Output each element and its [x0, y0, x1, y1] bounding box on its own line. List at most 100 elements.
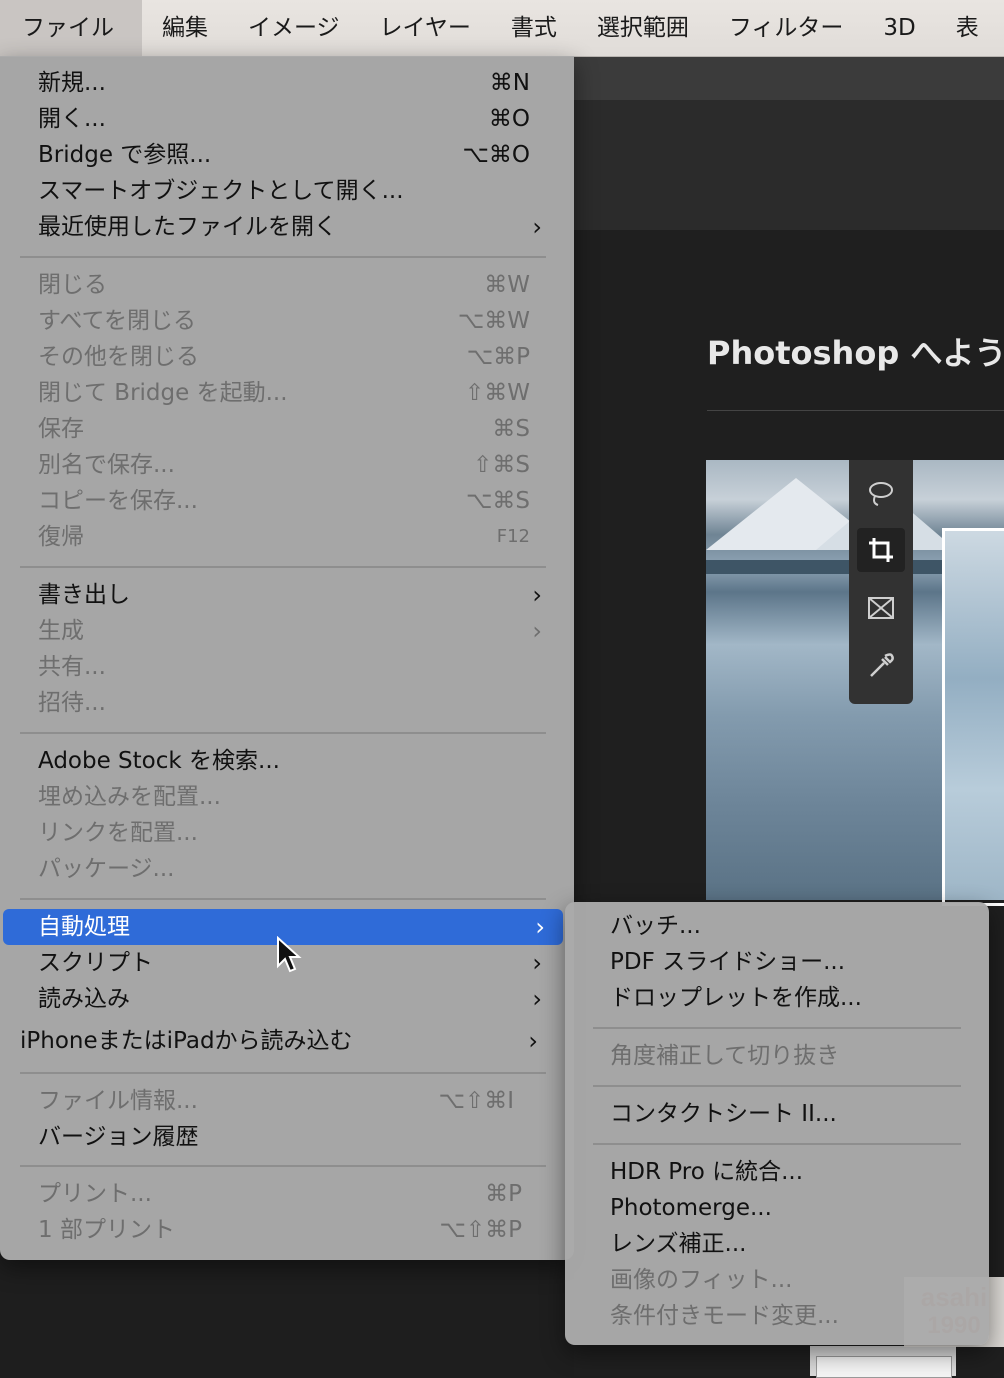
- menu-item-lens-correction[interactable]: レンズ補正...: [565, 1226, 989, 1262]
- menubar-3d[interactable]: 3D: [863, 0, 935, 56]
- menu-item-open-smart-object[interactable]: スマートオブジェクトとして開く...: [0, 173, 574, 209]
- menubar-image[interactable]: イメージ: [228, 0, 360, 56]
- menubar-file[interactable]: ファイル: [0, 0, 142, 56]
- menu-item-label: 角度補正して切り抜き: [610, 1043, 840, 1069]
- shortcut: ⌥⌘P: [466, 344, 530, 370]
- menu-item-label: 画像のフィット...: [610, 1267, 793, 1293]
- shortcut: ⌘S: [492, 416, 530, 442]
- menu-item-save: 保存 ⌘S: [0, 411, 574, 447]
- shortcut: ⌥⌘O: [462, 142, 530, 168]
- menu-item-label: 埋め込みを配置...: [38, 784, 221, 810]
- menu-item-open[interactable]: 開く... ⌘O: [0, 101, 574, 137]
- menu-separator: [20, 256, 546, 258]
- automate-submenu: バッチ... PDF スライドショー... ドロップレットを作成... 角度補正…: [565, 902, 989, 1345]
- menubar-select[interactable]: 選択範囲: [577, 0, 709, 56]
- menu-item-label: 閉じる: [38, 272, 107, 298]
- menu-item-close-go-bridge: 閉じて Bridge を起動... ⇧⌘W: [0, 375, 574, 411]
- menu-separator: [593, 1143, 961, 1145]
- menu-item-label: すべてを閉じる: [38, 308, 197, 334]
- menu-item-label: プリント...: [38, 1181, 152, 1207]
- chevron-right-icon: ›: [532, 949, 542, 977]
- menu-separator: [20, 566, 546, 568]
- eyedropper-icon[interactable]: [857, 644, 905, 688]
- shortcut: ⇧⌘S: [473, 452, 530, 478]
- menu-item-invite: 招待...: [0, 685, 574, 721]
- menu-item-label: 新規...: [38, 70, 106, 96]
- menu-item-search-adobe-stock[interactable]: Adobe Stock を検索...: [0, 743, 574, 779]
- menubar-filter[interactable]: フィルター: [709, 0, 864, 56]
- menu-item-label: コンタクトシート II...: [610, 1101, 837, 1127]
- chevron-right-icon: ›: [532, 985, 542, 1013]
- frame-tool-icon[interactable]: [857, 586, 905, 630]
- menu-item-fit-image: 画像のフィット...: [565, 1262, 989, 1298]
- menu-item-label: 保存: [38, 416, 84, 442]
- menubar-type[interactable]: 書式: [491, 0, 577, 56]
- mouse-pointer-icon: [277, 936, 302, 973]
- menu-item-version-history[interactable]: バージョン履歴: [0, 1119, 574, 1155]
- menu-item-label: 読み込み: [38, 986, 130, 1012]
- shortcut: ⌘O: [488, 106, 530, 132]
- shortcut: ⌥⌘W: [457, 308, 530, 334]
- menu-item-crop-and-straighten: 角度補正して切り抜き: [565, 1038, 989, 1074]
- menubar-view[interactable]: 表: [936, 0, 999, 56]
- menu-item-open-recent[interactable]: 最近使用したファイルを開く ›: [0, 209, 574, 245]
- menu-item-photomerge[interactable]: Photomerge...: [565, 1190, 989, 1226]
- chevron-right-icon: ›: [532, 581, 542, 609]
- crop-icon[interactable]: [857, 528, 905, 572]
- menu-item-import[interactable]: 読み込み ›: [0, 981, 574, 1017]
- menu-separator: [20, 1072, 546, 1074]
- menubar-edit[interactable]: 編集: [142, 0, 228, 56]
- menu-item-label: 別名で保存...: [38, 452, 175, 478]
- menu-item-label: その他を閉じる: [38, 344, 199, 370]
- menu-item-label: 最近使用したファイルを開く: [38, 214, 337, 240]
- menu-item-save-copy: コピーを保存... ⌥⌘S: [0, 483, 574, 519]
- shortcut: ⌘N: [489, 70, 530, 96]
- menu-separator: [20, 732, 546, 734]
- menu-item-label: 開く...: [38, 106, 106, 132]
- menu-item-conditional-mode-change: 条件付きモード変更...: [565, 1298, 989, 1334]
- lasso-icon[interactable]: [857, 472, 905, 516]
- menubar-layer[interactable]: レイヤー: [360, 0, 491, 56]
- menu-item-label: バッチ...: [610, 913, 701, 939]
- menu-item-label: コピーを保存...: [38, 488, 198, 514]
- menu-item-export[interactable]: 書き出し ›: [0, 577, 574, 613]
- menu-item-new[interactable]: 新規... ⌘N: [0, 65, 574, 101]
- menu-item-close-all: すべてを閉じる ⌥⌘W: [0, 303, 574, 339]
- menu-item-batch[interactable]: バッチ...: [565, 908, 989, 944]
- menu-item-label: iPhoneまたはiPadから読み込む: [20, 1028, 353, 1054]
- file-menu: 新規... ⌘N 開く... ⌘O Bridge で参照... ⌥⌘O スマート…: [0, 56, 574, 1260]
- menu-item-contact-sheet[interactable]: コンタクトシート II...: [565, 1096, 989, 1132]
- menu-separator: [20, 898, 546, 900]
- menu-item-create-droplet[interactable]: ドロップレットを作成...: [565, 980, 989, 1016]
- menu-item-label: PDF スライドショー...: [610, 949, 846, 975]
- menu-item-label: 招待...: [38, 690, 106, 716]
- menu-item-import-from-iphone[interactable]: iPhoneまたはiPadから読み込む ›: [0, 1023, 574, 1059]
- menu-item-label: 閉じて Bridge を起動...: [38, 380, 288, 406]
- menu-item-print-one-copy: 1 部プリント ⌥⇧⌘P: [0, 1212, 574, 1248]
- menu-separator: [20, 1165, 546, 1167]
- menu-item-label: ドロップレットを作成...: [610, 985, 862, 1011]
- menu-item-browse-bridge[interactable]: Bridge で参照... ⌥⌘O: [0, 137, 574, 173]
- divider: [707, 410, 1004, 411]
- menu-item-label: 条件付きモード変更...: [610, 1303, 839, 1329]
- menu-separator: [593, 1027, 961, 1029]
- menu-item-merge-hdr-pro[interactable]: HDR Pro に統合...: [565, 1154, 989, 1190]
- options-bar: [574, 57, 1004, 100]
- menu-item-revert: 復帰 F12: [0, 519, 574, 555]
- menu-item-label: Bridge で参照...: [38, 142, 212, 168]
- welcome-title: Photoshop へようこ: [707, 334, 1004, 372]
- menu-item-pdf-presentation[interactable]: PDF スライドショー...: [565, 944, 989, 980]
- crop-frame: [942, 528, 1004, 906]
- menu-item-close: 閉じる ⌘W: [0, 267, 574, 303]
- menu-item-label: HDR Pro に統合...: [610, 1159, 804, 1185]
- menu-item-label: 書き出し: [38, 582, 130, 608]
- shortcut: ⌥⇧⌘I: [438, 1088, 514, 1114]
- menu-item-label: スマートオブジェクトとして開く...: [38, 178, 404, 204]
- menu-item-label: 自動処理: [38, 914, 130, 940]
- menu-item-label: レンズ補正...: [610, 1231, 747, 1257]
- recent-file-thumbnail[interactable]: [810, 1346, 956, 1378]
- chevron-right-icon: ›: [532, 617, 542, 645]
- menu-item-label: スクリプト: [38, 950, 153, 976]
- menu-item-place-embedded: 埋め込みを配置...: [0, 779, 574, 815]
- menu-item-close-others: その他を閉じる ⌥⌘P: [0, 339, 574, 375]
